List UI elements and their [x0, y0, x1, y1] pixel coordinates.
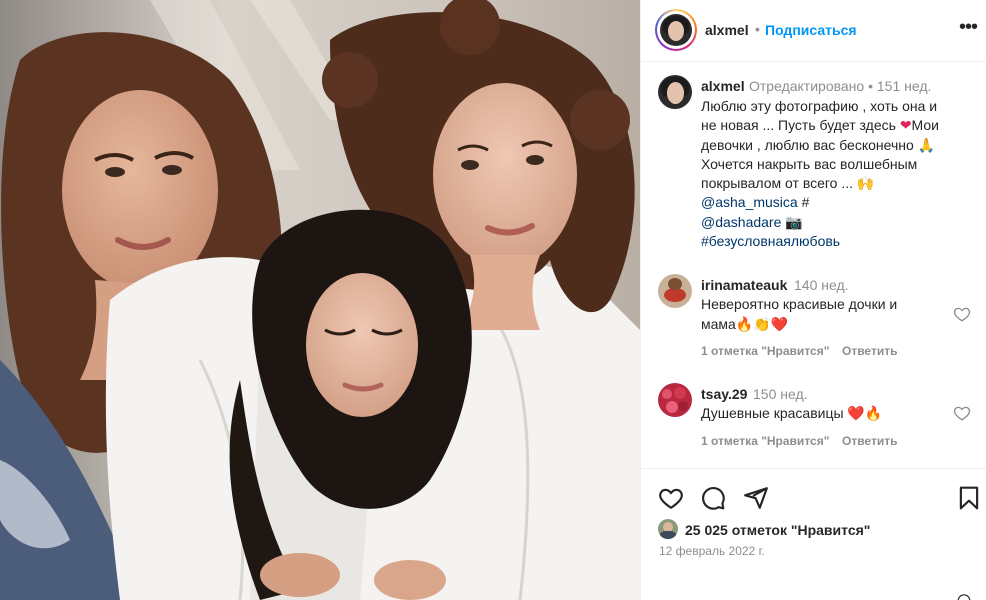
smiley-icon[interactable]	[957, 592, 971, 600]
post-date: 12 февраль 2022 г.	[659, 544, 765, 558]
caption-line: @asha_musica #	[701, 194, 810, 211]
heart-emoji: ❤	[899, 117, 912, 134]
post-header: alxmel • Подписаться •••	[641, 0, 986, 62]
likes-count[interactable]: 25 025 отметок "Нравится"	[685, 522, 870, 538]
avatar	[660, 14, 692, 46]
mention-link[interactable]: @asha_musica	[701, 194, 798, 210]
hashtag-link[interactable]: #безусловнаялюбовь	[701, 232, 971, 251]
caption-avatar[interactable]	[658, 75, 692, 109]
comment-likes-count[interactable]: 1 отметка "Нравится"	[701, 344, 829, 358]
caption-line: покрывалом от всего ... 🙌	[701, 175, 875, 192]
caption-line: Люблю эту фотографию , хоть она и	[701, 98, 938, 114]
comments-area[interactable]: alxmel Отредактировано • 151 нед. Люблю …	[641, 62, 986, 464]
caption-username[interactable]: alxmel	[701, 78, 745, 94]
speech-bubble-icon[interactable]	[700, 485, 726, 511]
caption-line: @dashadare 📷	[701, 213, 803, 230]
comment-reply-button[interactable]: Ответить	[842, 344, 897, 358]
comment-likes-count[interactable]: 1 отметка "Нравится"	[701, 434, 829, 448]
post-photo[interactable]	[0, 0, 640, 600]
more-options-icon[interactable]: •••	[959, 16, 978, 39]
caption-line: Хочется накрыть вас волшебным	[701, 155, 918, 172]
photo-illustration	[0, 0, 640, 600]
follow-button[interactable]: Подписаться	[765, 22, 857, 38]
bookmark-icon[interactable]	[956, 485, 982, 511]
comment-reply-button[interactable]: Ответить	[842, 434, 897, 448]
caption-text: Люблю эту фотографию , хоть она и не нов…	[701, 97, 971, 251]
comment-time: 150 нед.	[753, 386, 808, 402]
comment-text: Невероятно красивые дочки и мама🔥👏❤️	[701, 296, 898, 332]
comment-time: 140 нед.	[794, 277, 849, 293]
heart-outline-icon[interactable]	[953, 305, 971, 323]
heart-outline-icon[interactable]	[953, 404, 971, 422]
comment-username[interactable]: tsay.29	[701, 386, 747, 402]
mention-link[interactable]: @dashadare	[701, 214, 781, 230]
comment-text: Душевные красавицы ❤️🔥	[701, 405, 883, 421]
comment-username[interactable]: irinamateauk	[701, 277, 787, 293]
comment-avatar[interactable]	[658, 383, 692, 417]
story-ring[interactable]	[655, 9, 697, 51]
liker-avatar[interactable]	[658, 519, 678, 539]
caption-line: не новая ... Пусть будет здесь ❤Мои	[701, 117, 939, 134]
caption-meta: Отредактировано • 151 нед.	[749, 78, 932, 94]
comment-avatar[interactable]	[658, 274, 692, 308]
heart-outline-icon[interactable]	[658, 485, 684, 511]
caption-line: девочки , люблю вас бесконечно 🙏	[701, 136, 936, 153]
post-details-panel: alxmel • Подписаться ••• alxmel Отредакт…	[640, 0, 986, 600]
paper-plane-icon[interactable]	[743, 485, 769, 511]
header-username[interactable]: alxmel	[705, 22, 749, 38]
separator-dot: •	[755, 21, 760, 37]
